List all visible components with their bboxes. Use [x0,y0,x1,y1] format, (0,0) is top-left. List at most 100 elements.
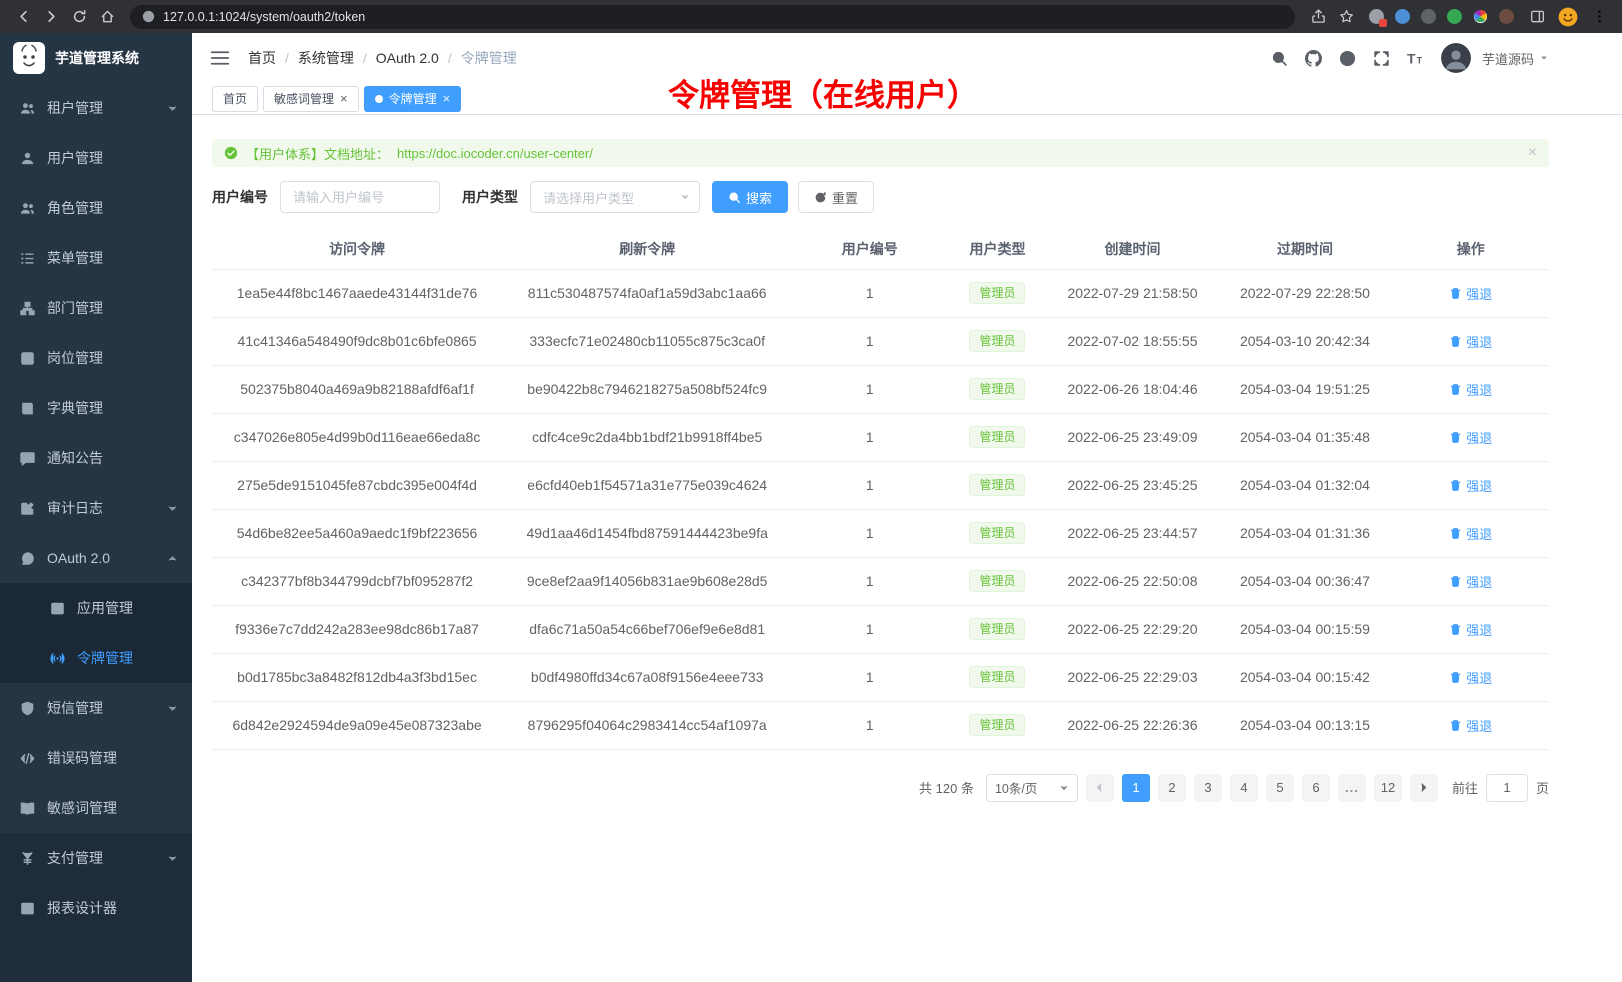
page-suffix: 页 [1536,778,1549,797]
bookmark-star-icon[interactable] [1333,4,1359,30]
table-row: 1ea5e44f8bc1467aaede43144f31de76811c5304… [212,269,1549,317]
page-button-12[interactable]: 12 [1374,774,1402,802]
tab-token[interactable]: 令牌管理× [364,86,462,112]
sidebar-item-label: 租户管理 [47,98,161,118]
extension-blue-drop-icon[interactable] [1395,9,1410,24]
sidebar-menu: 租户管理用户管理角色管理菜单管理部门管理岗位管理字典管理通知公告审计日志 OAut… [0,83,192,833]
sidebar-item-report[interactable]: 报表设计器 [0,883,192,933]
topbar: 首页/系统管理/OAuth 2.0/令牌管理 TT芋道源码 [192,33,1622,83]
force-logout-button[interactable]: 强退 [1449,620,1492,639]
sidebar-item-token[interactable]: 令牌管理 [0,633,192,683]
sidebar-item-label: 审计日志 [47,498,161,518]
side-panel-icon[interactable] [1524,4,1550,30]
info-icon[interactable] [142,10,155,23]
page-button-6[interactable]: 6 [1302,774,1330,802]
sidebar-item-dept[interactable]: 部门管理 [0,283,192,333]
reset-button[interactable]: 重置 [798,181,874,213]
table-row: 41c41346a548490f9dc8b01c6bfe0865333ecfc7… [212,317,1549,365]
doc-link[interactable]: https://doc.iocoder.cn/user-center/ [397,146,593,161]
share-icon[interactable] [1305,4,1331,30]
browser-menu-icon[interactable] [1586,4,1612,30]
refresh-icon [814,191,827,204]
help-icon[interactable] [1339,50,1356,67]
breadcrumb-item[interactable]: 系统管理 [298,48,354,68]
sidebar-item-menu[interactable]: 菜单管理 [0,233,192,283]
user-id-input[interactable] [280,181,440,213]
force-logout-button[interactable]: 强退 [1449,428,1492,447]
force-logout-button[interactable]: 强退 [1449,332,1492,351]
prev-page-button[interactable] [1086,774,1114,802]
sidebar-item-tenant[interactable]: 租户管理 [0,83,192,133]
force-logout-button[interactable]: 强退 [1449,572,1492,591]
page-button-1[interactable]: 1 [1122,774,1150,802]
sidebar-item-role[interactable]: 角色管理 [0,183,192,233]
force-logout-button[interactable]: 强退 [1449,380,1492,399]
github-icon[interactable] [1305,50,1322,67]
alert-close-icon[interactable]: × [1528,145,1537,161]
user-type-select[interactable]: 请选择用户类型 [530,181,700,213]
sidebar-item-notice[interactable]: 通知公告 [0,433,192,483]
reload-icon[interactable] [66,4,92,30]
tab-close-icon[interactable]: × [340,92,348,105]
book-icon [20,401,35,416]
sidebar-item-sms[interactable]: 短信管理 [0,683,192,733]
total-count: 共 120 条 [919,778,974,797]
search-button[interactable]: 搜索 [712,181,788,213]
sidebar-item-audit[interactable]: 审计日志 [0,483,192,533]
sidebar-item-sensitive[interactable]: 敏感词管理 [0,783,192,833]
goto-page-input[interactable] [1486,774,1528,802]
fullscreen-icon[interactable] [1373,50,1390,67]
cell-action: 强退 [1393,461,1549,509]
page-button-2[interactable]: 2 [1158,774,1186,802]
back-icon[interactable] [10,4,36,30]
page-size-select[interactable]: 10条/页 [986,774,1078,802]
page-button-3[interactable]: 3 [1194,774,1222,802]
page-button-5[interactable]: 5 [1266,774,1294,802]
sidebar-item-dict[interactable]: 字典管理 [0,383,192,433]
cell-user-type: 管理员 [947,557,1047,605]
next-page-button[interactable] [1410,774,1438,802]
address-bar[interactable]: 127.0.0.1:1024/system/oauth2/token [130,5,1295,29]
page-size-value: 10条/页 [995,778,1037,797]
search-icon[interactable] [1271,50,1288,67]
browser-profile-avatar[interactable] [1558,7,1578,27]
extension-brown-icon[interactable] [1499,9,1514,24]
user-icon [20,151,35,166]
tab-home[interactable]: 首页 [212,86,258,112]
force-logout-button[interactable]: 强退 [1449,524,1492,543]
user-menu[interactable]: 芋道源码 [1482,49,1549,68]
force-logout-button[interactable]: 强退 [1449,716,1492,735]
breadcrumb-item[interactable]: OAuth 2.0 [376,50,439,66]
force-logout-button[interactable]: 强退 [1449,284,1492,303]
cell-user-type: 管理员 [947,413,1047,461]
font-size-icon[interactable]: TT [1407,50,1424,67]
cell-action: 强退 [1393,413,1549,461]
home-icon[interactable] [94,4,120,30]
extension-green-icon[interactable] [1447,9,1462,24]
sidebar-item-pay[interactable]: 支付管理 [0,833,192,883]
extension-pinwheel-icon[interactable] [1473,9,1488,24]
sidebar-item-app[interactable]: 应用管理 [0,583,192,633]
tab-sensitive-word[interactable]: 敏感词管理× [263,86,359,112]
sidebar-item-errcode[interactable]: 错误码管理 [0,733,192,783]
sidebar-toggle-icon[interactable] [210,48,230,68]
extension-gray-icon[interactable] [1369,9,1384,24]
page-button-4[interactable]: 4 [1230,774,1258,802]
pagination-more-button[interactable]: ... [1338,774,1366,802]
extension-dark-icon[interactable] [1421,9,1436,24]
tab-close-icon[interactable]: × [443,92,451,105]
user-avatar[interactable] [1441,43,1471,73]
force-logout-button[interactable]: 强退 [1449,476,1492,495]
sidebar-item-user[interactable]: 用户管理 [0,133,192,183]
force-logout-button[interactable]: 强退 [1449,668,1492,687]
cell-expire-time: 2022-07-29 22:28:50 [1217,269,1392,317]
forward-icon[interactable] [38,4,64,30]
sidebar-item-post[interactable]: 岗位管理 [0,333,192,383]
cell-refresh-token: 9ce8ef2aa9f14056b831ae9b608e28d5 [502,557,792,605]
chevron-down-icon [680,192,690,202]
chat-icon [20,451,35,466]
trash-icon [1449,623,1462,636]
cell-user-type: 管理员 [947,269,1047,317]
sidebar-item-oauth[interactable]: OAuth 2.0 [0,533,192,583]
breadcrumb-item[interactable]: 首页 [248,48,276,68]
